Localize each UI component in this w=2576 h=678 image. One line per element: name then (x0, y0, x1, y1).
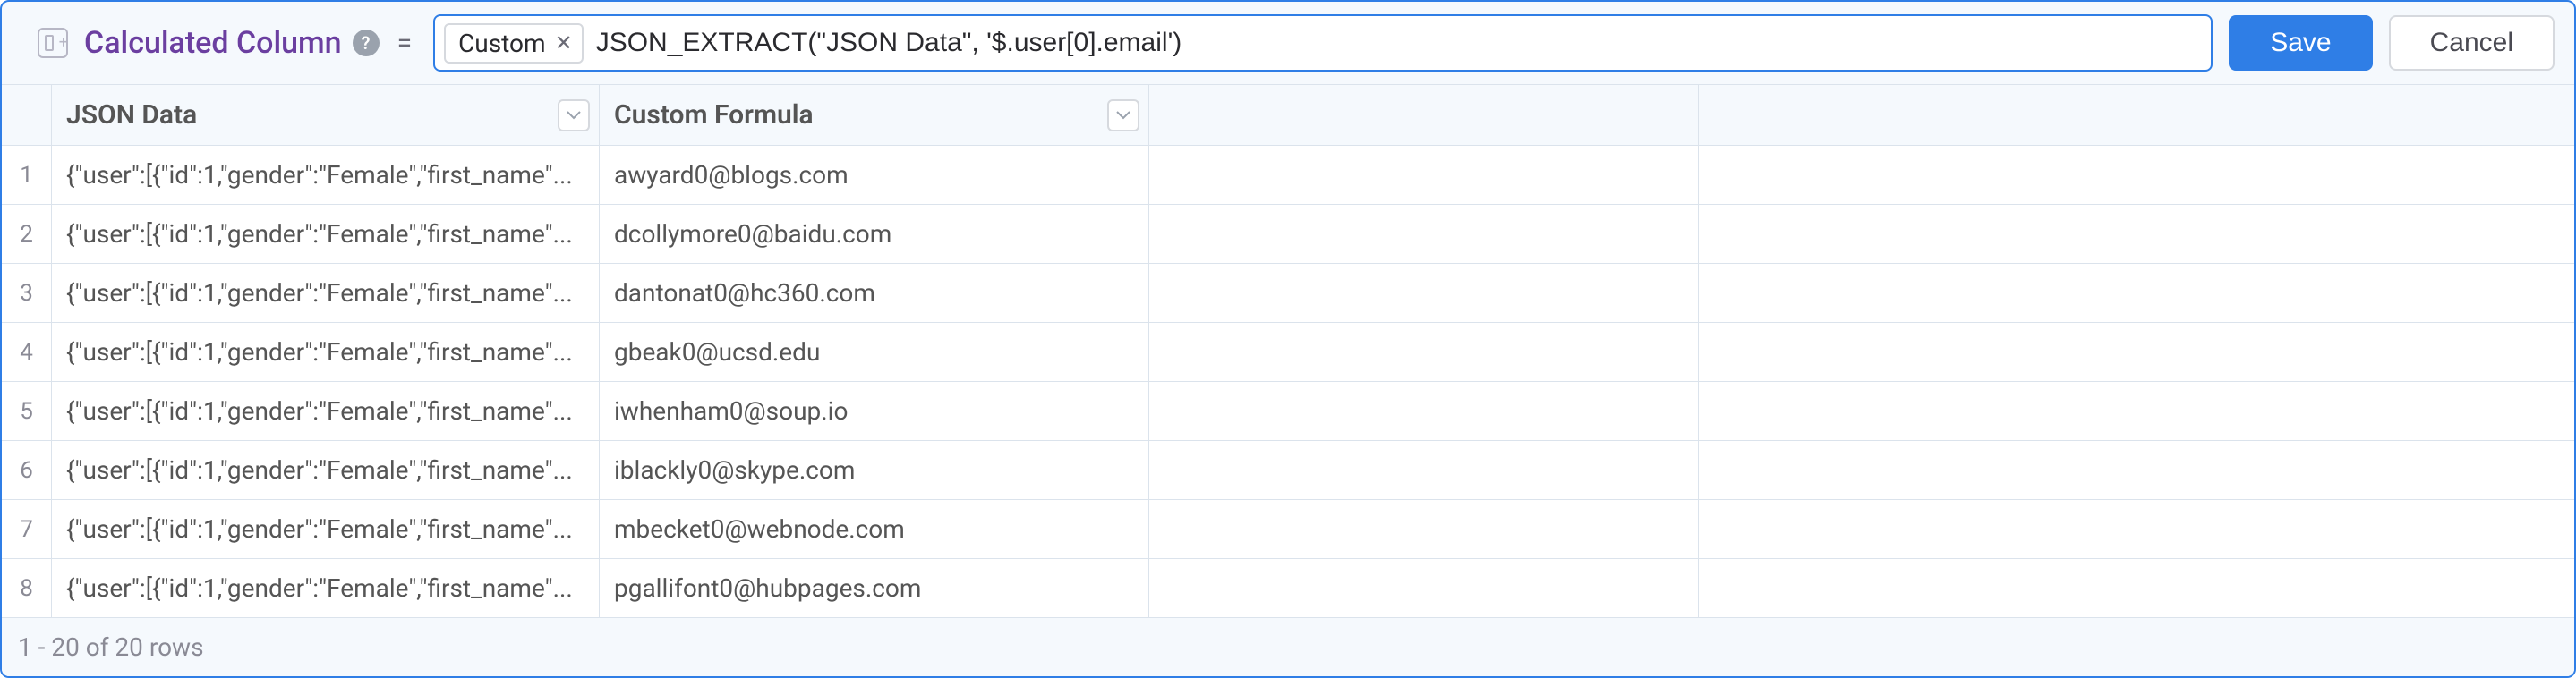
column-menu-button[interactable] (1107, 99, 1139, 131)
cell-blank (2248, 205, 2574, 263)
cell-json[interactable]: {"user":[{"id":1,"gender":"Female","firs… (52, 382, 600, 440)
cell-blank (2248, 382, 2574, 440)
help-icon[interactable]: ? (353, 30, 380, 56)
chevron-down-icon (567, 111, 581, 120)
close-icon[interactable]: ✕ (555, 30, 573, 55)
cell-json[interactable]: {"user":[{"id":1,"gender":"Female","firs… (52, 323, 600, 381)
cell-blank (2248, 323, 2574, 381)
cell-formula[interactable]: pgallifont0@hubpages.com (600, 559, 1149, 617)
cell-blank (1149, 500, 1699, 558)
cell-formula[interactable]: dcollymore0@baidu.com (600, 205, 1149, 263)
table-row[interactable]: 4{"user":[{"id":1,"gender":"Female","fir… (2, 323, 2574, 382)
table-row[interactable]: 1{"user":[{"id":1,"gender":"Female","fir… (2, 146, 2574, 205)
cell-blank (1149, 382, 1699, 440)
cell-formula[interactable]: iwhenham0@soup.io (600, 382, 1149, 440)
add-column-icon[interactable]: + (38, 28, 68, 58)
column-header-blank (1699, 85, 2248, 145)
table-row[interactable]: 6{"user":[{"id":1,"gender":"Female","fir… (2, 441, 2574, 500)
cell-formula[interactable]: gbeak0@ucsd.edu (600, 323, 1149, 381)
cell-json[interactable]: {"user":[{"id":1,"gender":"Female","firs… (52, 441, 600, 499)
cell-json[interactable]: {"user":[{"id":1,"gender":"Female","firs… (52, 146, 600, 204)
column-header-label: JSON Data (66, 99, 197, 131)
cell-json[interactable]: {"user":[{"id":1,"gender":"Female","firs… (52, 205, 600, 263)
cell-blank (1699, 205, 2248, 263)
panel-title-text: Calculated Column (84, 25, 342, 61)
chevron-down-icon (1116, 111, 1130, 120)
formula-editor[interactable]: Custom ✕ (433, 14, 2213, 72)
cell-blank (1149, 264, 1699, 322)
cell-blank (1699, 441, 2248, 499)
cell-json[interactable]: {"user":[{"id":1,"gender":"Female","firs… (52, 500, 600, 558)
cell-json[interactable]: {"user":[{"id":1,"gender":"Female","firs… (52, 264, 600, 322)
cell-formula[interactable]: mbecket0@webnode.com (600, 500, 1149, 558)
row-number: 5 (2, 382, 52, 440)
equals-sign: = (397, 28, 412, 59)
cell-blank (1149, 441, 1699, 499)
cell-blank (2248, 441, 2574, 499)
column-header-label: Custom Formula (614, 99, 814, 131)
cell-blank (1699, 323, 2248, 381)
cell-blank (1149, 146, 1699, 204)
formula-type-chip[interactable]: Custom ✕ (444, 23, 584, 64)
formula-input[interactable] (596, 16, 2212, 70)
cell-blank (1699, 146, 2248, 204)
table-row[interactable]: 8{"user":[{"id":1,"gender":"Female","fir… (2, 559, 2574, 618)
row-number: 6 (2, 441, 52, 499)
data-grid: JSON Data Custom Formula 1{"user":[{"id"… (2, 84, 2574, 618)
row-number: 8 (2, 559, 52, 617)
grid-header-row: JSON Data Custom Formula (2, 85, 2574, 146)
cell-blank (1699, 500, 2248, 558)
cell-json[interactable]: {"user":[{"id":1,"gender":"Female","firs… (52, 559, 600, 617)
column-menu-button[interactable] (558, 99, 590, 131)
table-row[interactable]: 7{"user":[{"id":1,"gender":"Female","fir… (2, 500, 2574, 559)
cell-formula[interactable]: awyard0@blogs.com (600, 146, 1149, 204)
cell-blank (2248, 559, 2574, 617)
cell-formula[interactable]: dantonat0@hc360.com (600, 264, 1149, 322)
cancel-button[interactable]: Cancel (2389, 15, 2555, 71)
cell-blank (2248, 500, 2574, 558)
cell-blank (1149, 323, 1699, 381)
cell-blank (2248, 146, 2574, 204)
table-row[interactable]: 2{"user":[{"id":1,"gender":"Female","fir… (2, 205, 2574, 264)
cell-blank (1699, 264, 2248, 322)
cell-blank (1149, 559, 1699, 617)
row-count-text: 1 - 20 of 20 rows (18, 632, 204, 662)
column-header-formula[interactable]: Custom Formula (600, 85, 1149, 145)
rownum-header (2, 85, 52, 145)
table-row[interactable]: 3{"user":[{"id":1,"gender":"Female","fir… (2, 264, 2574, 323)
cell-formula[interactable]: iblackly0@skype.com (600, 441, 1149, 499)
row-number: 1 (2, 146, 52, 204)
calculated-column-panel: + Calculated Column ? = Custom ✕ Save Ca… (0, 0, 2576, 678)
column-header-blank (1149, 85, 1699, 145)
save-button[interactable]: Save (2229, 15, 2372, 71)
row-number: 3 (2, 264, 52, 322)
chip-label: Custom (458, 29, 546, 58)
cell-blank (2248, 264, 2574, 322)
cell-blank (1699, 559, 2248, 617)
table-row[interactable]: 5{"user":[{"id":1,"gender":"Female","fir… (2, 382, 2574, 441)
row-number: 2 (2, 205, 52, 263)
column-header-json[interactable]: JSON Data (52, 85, 600, 145)
row-number: 4 (2, 323, 52, 381)
row-number: 7 (2, 500, 52, 558)
cell-blank (1699, 382, 2248, 440)
cell-blank (1149, 205, 1699, 263)
panel-title: Calculated Column ? (84, 25, 380, 61)
grid-footer: 1 - 20 of 20 rows (2, 618, 2574, 676)
toolbar: + Calculated Column ? = Custom ✕ Save Ca… (2, 2, 2574, 84)
column-header-blank (2248, 85, 2574, 145)
